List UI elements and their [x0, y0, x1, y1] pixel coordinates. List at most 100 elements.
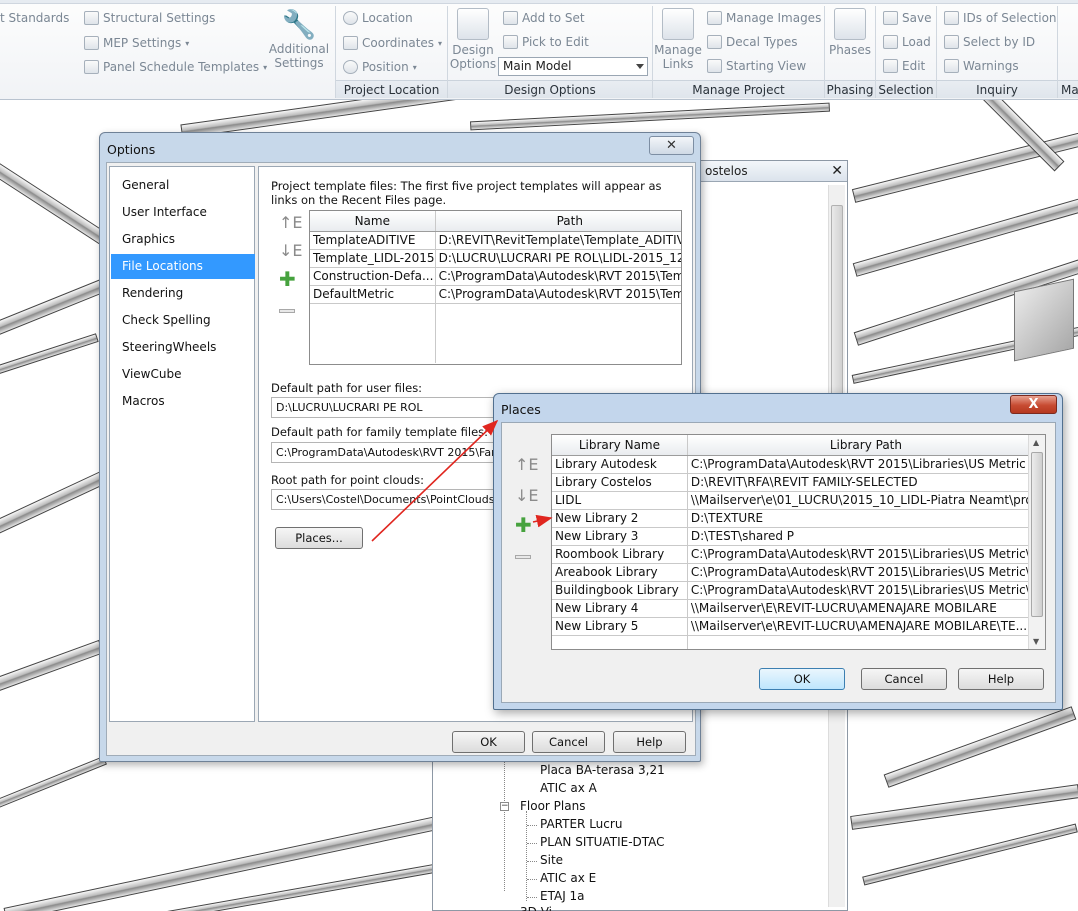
move-up-icon[interactable]: ↑E [279, 213, 303, 232]
tree-item-view[interactable]: PLAN SITUATIE-DTAC [540, 835, 665, 849]
template-name[interactable]: DefaultMetric [310, 285, 436, 304]
template-path[interactable]: C:\ProgramData\Autodesk\RVT 2015\Tem... [435, 285, 681, 304]
table-row[interactable]: New Library 2 D:\TEXTURE [552, 509, 1045, 528]
library-name[interactable]: LIDL [552, 491, 688, 510]
places-header-library-path[interactable]: Library Path [687, 435, 1045, 456]
template-path[interactable]: D:\REVIT\RevitTemplate\Template_ADITIVE.… [435, 231, 681, 250]
library-name[interactable]: Roombook Library [552, 545, 688, 564]
table-row[interactable]: Construction-Defa... C:\ProgramData\Auto… [310, 267, 681, 286]
edit-selection-button[interactable]: Edit [883, 59, 925, 73]
manage-links-button[interactable]: Manage Links [654, 8, 702, 71]
library-name[interactable]: Areabook Library [552, 563, 688, 582]
family-template-field[interactable]: C:\ProgramData\Autodesk\RVT 2015\Family … [271, 442, 496, 463]
cancel-button[interactable]: Cancel [532, 731, 605, 753]
phases-button[interactable]: Phases [828, 8, 872, 57]
library-name[interactable]: New Library 5 [552, 617, 688, 636]
library-path[interactable]: \\Mailserver\e\01_LUCRU\2015_10_LIDL-Pia… [687, 491, 1045, 510]
library-name[interactable]: New Library 4 [552, 599, 688, 618]
move-up-icon[interactable]: ↑E [515, 455, 539, 474]
ok-button[interactable]: OK [759, 668, 845, 690]
places-header-library-name[interactable]: Library Name [552, 435, 688, 456]
library-name[interactable]: Library Autodesk [552, 455, 688, 474]
nav-item-steeringwheels[interactable]: SteeringWheels [111, 335, 255, 360]
library-path[interactable]: C:\ProgramData\Autodesk\RVT 2015\Librari… [687, 545, 1045, 564]
template-path[interactable]: D:\LUCRU\LUCRARI PE ROL\LIDL-2015_12\... [435, 249, 681, 268]
tree-item-view[interactable]: PARTER Lucru [540, 817, 622, 831]
table-row[interactable]: New Library 3 D:\TEST\shared P [552, 527, 1045, 546]
scroll-down-icon[interactable]: ▼ [1033, 637, 1039, 646]
warnings-button[interactable]: Warnings [944, 59, 1019, 73]
location-button[interactable]: Location [343, 11, 413, 25]
move-down-icon[interactable]: ↓E [279, 241, 303, 260]
library-path[interactable]: C:\ProgramData\Autodesk\RVT 2015\Librari… [687, 581, 1045, 600]
viewcube-icon[interactable] [1014, 278, 1074, 362]
tree-item-view[interactable]: Site [540, 853, 563, 867]
library-path[interactable]: \\Mailserver\E\REVIT-LUCRU\AMENAJARE MOB… [687, 599, 1045, 618]
table-row[interactable]: Library Autodesk C:\ProgramData\Autodesk\… [552, 455, 1045, 474]
table-row[interactable]: Buildingbook Library C:\ProgramData\Autod… [552, 581, 1045, 600]
tree-item-view[interactable]: ETAJ 1a [540, 889, 585, 903]
table-row[interactable]: Areabook Library C:\ProgramData\Autodesk\… [552, 563, 1045, 582]
library-path[interactable]: C:\ProgramData\Autodesk\RVT 2015\Librari… [687, 563, 1045, 582]
scroll-up-icon[interactable]: ▲ [1033, 438, 1039, 447]
user-files-field[interactable]: D:\LUCRU\LUCRARI PE ROL [271, 397, 496, 418]
template-path[interactable]: C:\ProgramData\Autodesk\RVT 2015\Tem... [435, 267, 681, 286]
tree-item-view[interactable]: ATIC ax E [540, 871, 596, 885]
table-row[interactable]: TemplateADITIVE D:\REVIT\RevitTemplate\T… [310, 231, 681, 250]
nav-item-general[interactable]: General [111, 173, 255, 198]
add-icon[interactable]: ✚ [515, 513, 532, 537]
cancel-button[interactable]: Cancel [861, 668, 947, 690]
position-button[interactable]: Position ▾ [343, 60, 417, 74]
close-icon[interactable]: ✕ [649, 136, 694, 155]
load-selection-button[interactable]: Load [883, 35, 931, 49]
nav-item-graphics[interactable]: Graphics [111, 227, 255, 252]
panel-schedule-templates-button[interactable]: Panel Schedule Templates ▾ [84, 60, 267, 74]
decal-types-button[interactable]: Decal Types [707, 35, 798, 49]
ids-of-selection-button[interactable]: IDs of Selection [944, 11, 1057, 25]
remove-icon[interactable] [515, 544, 531, 563]
table-row[interactable]: Library Costelos D:\REVIT\RFA\REVIT FAMIL… [552, 473, 1045, 492]
add-icon[interactable]: ✚ [279, 267, 296, 291]
places-table-scrollbar[interactable]: ▲ ▼ [1028, 435, 1045, 649]
mep-settings-button[interactable]: MEP Settings ▾ [84, 36, 189, 50]
nav-item-user-interface[interactable]: User Interface [111, 200, 255, 225]
tree-item-view[interactable]: ATIC ax A [540, 781, 597, 795]
table-row[interactable]: LIDL \\Mailserver\e\01_LUCRU\2015_10_LIDL… [552, 491, 1045, 510]
places-table[interactable]: Library Name Library Path Library Autode… [551, 434, 1046, 650]
library-path[interactable]: C:\ProgramData\Autodesk\RVT 2015\Librari… [687, 455, 1045, 474]
ok-button[interactable]: OK [452, 731, 525, 753]
collapse-icon[interactable]: − [500, 802, 509, 811]
library-name[interactable]: Library Costelos [552, 473, 688, 492]
select-by-id-button[interactable]: Select by ID [944, 35, 1035, 49]
library-path[interactable]: \\Mailserver\e\REVIT-LUCRU\AMENAJARE MOB… [687, 617, 1045, 636]
move-down-icon[interactable]: ↓E [515, 486, 539, 505]
pick-to-edit-button[interactable]: Pick to Edit [503, 35, 589, 49]
library-name[interactable]: New Library 2 [552, 509, 688, 528]
design-options-button[interactable]: Design Options [450, 8, 496, 71]
save-selection-button[interactable]: Save [883, 11, 931, 25]
standards-button[interactable]: t Standards [0, 11, 69, 25]
table-row[interactable]: DefaultMetric C:\ProgramData\Autodesk\RV… [310, 285, 681, 304]
manage-images-button[interactable]: Manage Images [707, 11, 821, 25]
table-row[interactable]: New Library 5 \\Mailserver\e\REVIT-LUCRU\… [552, 617, 1045, 636]
tree-item-3d-views[interactable]: 3D Vi [520, 905, 552, 911]
template-name[interactable]: Construction-Defa... [310, 267, 436, 286]
tree-item-floor-plans[interactable]: Floor Plans [520, 799, 585, 813]
design-option-combo[interactable]: Main Model [498, 57, 648, 76]
nav-item-macros[interactable]: Macros [111, 389, 255, 414]
library-path[interactable]: D:\REVIT\RFA\REVIT FAMILY-SELECTED [687, 473, 1045, 492]
library-name[interactable]: Buildingbook Library [552, 581, 688, 600]
additional-settings-button[interactable]: 🔧 Additional Settings [268, 8, 330, 70]
table-row[interactable]: Roombook Library C:\ProgramData\Autodesk\… [552, 545, 1045, 564]
help-button[interactable]: Help [958, 668, 1044, 690]
remove-icon[interactable] [279, 298, 295, 317]
nav-item-viewcube[interactable]: ViewCube [111, 362, 255, 387]
structural-settings-button[interactable]: Structural Settings [84, 11, 215, 25]
add-to-set-button[interactable]: Add to Set [503, 11, 585, 25]
nav-item-check-spelling[interactable]: Check Spelling [111, 308, 255, 333]
scrollbar-thumb[interactable] [1031, 452, 1043, 617]
template-name[interactable]: Template_LIDL-2015 [310, 249, 436, 268]
close-icon[interactable]: ✕ [831, 163, 843, 179]
table-row[interactable]: Template_LIDL-2015 D:\LUCRU\LUCRARI PE R… [310, 249, 681, 268]
library-path[interactable]: D:\TEST\shared P [687, 527, 1045, 546]
